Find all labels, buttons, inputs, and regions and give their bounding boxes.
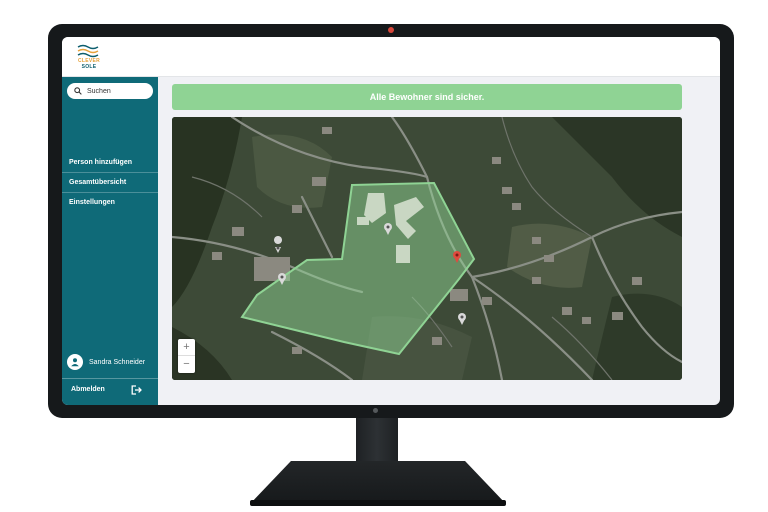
power-indicator [373, 408, 378, 413]
screen: CLEVER SOLE Person hinzufügen Gesamtüber… [62, 37, 720, 405]
logo-word-bottom: SOLE [81, 64, 97, 70]
waves-logo-icon [77, 44, 99, 58]
user-icon [71, 358, 79, 367]
sidebar: Person hinzufügen Gesamtübersicht Einste… [62, 77, 158, 405]
search-icon [74, 87, 82, 95]
sidebar-item-add-person[interactable]: Person hinzufügen [62, 153, 158, 173]
sidebar-nav: Person hinzufügen Gesamtübersicht Einste… [62, 153, 158, 213]
zoom-control: + − [178, 339, 195, 373]
monitor-stand-neck [356, 418, 398, 464]
status-message: Alle Bewohner sind sicher. [369, 92, 485, 102]
webcam-dot [388, 27, 394, 33]
zoom-in-button[interactable]: + [178, 339, 195, 356]
user-profile[interactable]: Sandra Schneider [67, 353, 145, 371]
app-header: CLEVER SOLE [62, 37, 720, 77]
zoom-out-button[interactable]: − [178, 356, 195, 373]
sidebar-item-overview[interactable]: Gesamtübersicht [62, 173, 158, 193]
status-banner: Alle Bewohner sind sicher. [172, 84, 682, 110]
monitor-stand-base [250, 461, 506, 504]
map-view[interactable]: + − [172, 117, 682, 380]
sidebar-item-settings[interactable]: Einstellungen [62, 193, 158, 213]
user-name: Sandra Schneider [89, 358, 146, 366]
logout-label: Abmelden [71, 386, 105, 393]
search-input[interactable] [87, 87, 153, 95]
logo[interactable]: CLEVER SOLE [72, 41, 102, 73]
monitor-stand-base-edge [250, 500, 506, 506]
logout-button[interactable]: Abmelden [62, 378, 158, 400]
search-box[interactable] [67, 83, 153, 99]
satellite-map [172, 117, 682, 380]
avatar [67, 354, 83, 370]
logout-icon [131, 384, 142, 395]
